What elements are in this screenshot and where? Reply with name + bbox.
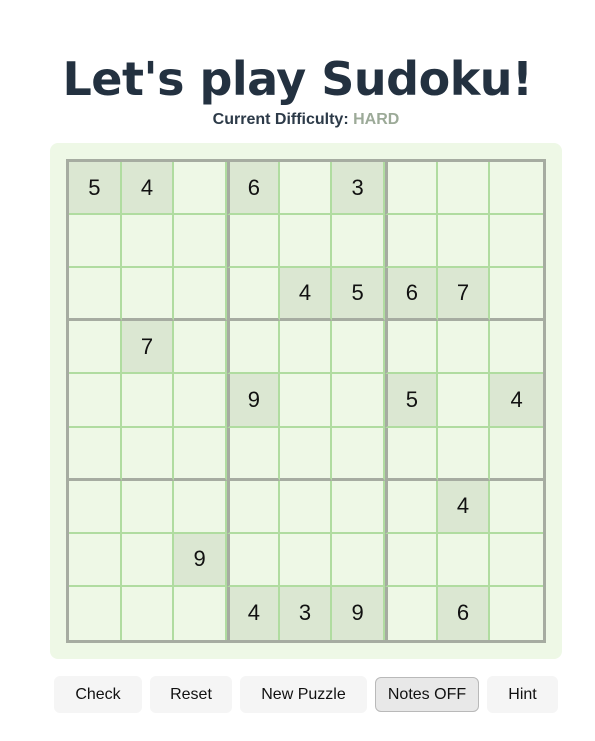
difficulty-label: Current Difficulty: xyxy=(212,111,349,128)
sudoku-cell-r8c6[interactable] xyxy=(332,533,385,587)
sudoku-cell-r8c4[interactable] xyxy=(227,533,280,587)
sudoku-cell-r4c5[interactable] xyxy=(279,321,333,375)
sudoku-cell-r6c6[interactable] xyxy=(332,427,385,481)
sudoku-cell-r9c7[interactable] xyxy=(385,586,438,640)
sudoku-cell-r6c8[interactable] xyxy=(437,427,491,481)
sudoku-cell-r7c6[interactable] xyxy=(332,480,385,534)
sudoku-cell-r7c1[interactable] xyxy=(69,480,122,534)
sudoku-cell-r3c6[interactable]: 5 xyxy=(332,268,385,322)
sudoku-cell-r1c9[interactable] xyxy=(490,162,543,216)
sudoku-cell-r3c5[interactable]: 4 xyxy=(279,268,333,322)
sudoku-cell-r1c2[interactable]: 4 xyxy=(121,162,175,216)
sudoku-cell-r5c6[interactable] xyxy=(332,374,385,428)
sudoku-cell-r4c3[interactable] xyxy=(174,321,227,375)
sudoku-cell-r3c1[interactable] xyxy=(69,268,122,322)
sudoku-cell-r2c6[interactable] xyxy=(332,215,385,269)
sudoku-cell-r9c1[interactable] xyxy=(69,586,122,640)
sudoku-cell-r7c5[interactable] xyxy=(279,480,333,534)
sudoku-cell-r2c5[interactable] xyxy=(279,215,333,269)
sudoku-cell-r3c4[interactable] xyxy=(227,268,280,322)
sudoku-cell-r1c7[interactable] xyxy=(385,162,438,216)
sudoku-cell-r2c3[interactable] xyxy=(174,215,227,269)
sudoku-cell-r7c8[interactable]: 4 xyxy=(437,480,491,534)
sudoku-cell-r6c9[interactable] xyxy=(490,427,543,481)
sudoku-cell-r5c5[interactable] xyxy=(279,374,333,428)
sudoku-cell-r8c7[interactable] xyxy=(385,533,438,587)
sudoku-cell-r2c4[interactable] xyxy=(227,215,280,269)
sudoku-cell-r1c4[interactable]: 6 xyxy=(227,162,280,216)
sudoku-cell-r9c2[interactable] xyxy=(121,586,175,640)
sudoku-cell-r5c9[interactable]: 4 xyxy=(490,374,543,428)
sudoku-cell-r4c9[interactable] xyxy=(490,321,543,375)
sudoku-cell-r1c8[interactable] xyxy=(437,162,491,216)
sudoku-cell-r7c9[interactable] xyxy=(490,480,543,534)
sudoku-cell-r5c4[interactable]: 9 xyxy=(227,374,280,428)
sudoku-cell-r3c8[interactable]: 7 xyxy=(437,268,491,322)
sudoku-cell-r1c3[interactable] xyxy=(174,162,227,216)
sudoku-cell-r1c5[interactable] xyxy=(279,162,333,216)
hint-button[interactable]: Hint xyxy=(487,676,558,713)
difficulty-indicator: Current Difficulty: HARD xyxy=(0,111,595,129)
sudoku-cell-r9c9[interactable] xyxy=(490,586,543,640)
sudoku-cell-r6c1[interactable] xyxy=(69,427,122,481)
sudoku-cell-r4c1[interactable] xyxy=(69,321,122,375)
sudoku-cell-r6c3[interactable] xyxy=(174,427,227,481)
sudoku-cell-r1c6[interactable]: 3 xyxy=(332,162,385,216)
sudoku-cell-r3c2[interactable] xyxy=(121,268,175,322)
new-puzzle-button[interactable]: New Puzzle xyxy=(240,676,367,713)
sudoku-cell-r4c7[interactable] xyxy=(385,321,438,375)
reset-button[interactable]: Reset xyxy=(150,676,232,713)
sudoku-cell-r5c3[interactable] xyxy=(174,374,227,428)
sudoku-cell-r2c7[interactable] xyxy=(385,215,438,269)
sudoku-cell-r6c2[interactable] xyxy=(121,427,175,481)
sudoku-cell-r4c6[interactable] xyxy=(332,321,385,375)
sudoku-cell-r9c4[interactable]: 4 xyxy=(227,586,280,640)
sudoku-cell-r7c3[interactable] xyxy=(174,480,227,534)
sudoku-cell-r2c2[interactable] xyxy=(121,215,175,269)
sudoku-cell-r4c8[interactable] xyxy=(437,321,491,375)
sudoku-cell-r9c6[interactable]: 9 xyxy=(332,586,385,640)
sudoku-cell-r5c1[interactable] xyxy=(69,374,122,428)
notes-toggle-button[interactable]: Notes OFF xyxy=(375,677,479,712)
sudoku-cell-r5c7[interactable]: 5 xyxy=(385,374,438,428)
sudoku-cell-r7c7[interactable] xyxy=(385,480,438,534)
sudoku-cell-r8c2[interactable] xyxy=(121,533,175,587)
sudoku-cell-r8c5[interactable] xyxy=(279,533,333,587)
controls-bar: Check Reset New Puzzle Notes OFF Hint xyxy=(0,676,595,713)
sudoku-cell-r7c4[interactable] xyxy=(227,480,280,534)
sudoku-cell-r9c3[interactable] xyxy=(174,586,227,640)
page-title: Let's play Sudoku! xyxy=(62,51,533,106)
sudoku-cell-r6c5[interactable] xyxy=(279,427,333,481)
sudoku-cell-r6c4[interactable] xyxy=(227,427,280,481)
sudoku-cell-r6c7[interactable] xyxy=(385,427,438,481)
sudoku-cell-r8c9[interactable] xyxy=(490,533,543,587)
sudoku-cell-r8c1[interactable] xyxy=(69,533,122,587)
sudoku-cell-r4c2[interactable]: 7 xyxy=(121,321,175,375)
sudoku-cell-r2c1[interactable] xyxy=(69,215,122,269)
sudoku-cell-r2c9[interactable] xyxy=(490,215,543,269)
sudoku-board: 546345677954494396 xyxy=(66,159,546,643)
check-button[interactable]: Check xyxy=(54,676,142,713)
sudoku-cell-r7c2[interactable] xyxy=(121,480,175,534)
sudoku-cell-r9c8[interactable]: 6 xyxy=(437,586,491,640)
board-container: 546345677954494396 xyxy=(50,143,562,659)
difficulty-value: HARD xyxy=(353,111,400,128)
sudoku-cell-r5c2[interactable] xyxy=(121,374,175,428)
sudoku-cell-r5c8[interactable] xyxy=(437,374,491,428)
sudoku-cell-r1c1[interactable]: 5 xyxy=(69,162,122,216)
sudoku-cell-r3c9[interactable] xyxy=(490,268,543,322)
sudoku-cell-r9c5[interactable]: 3 xyxy=(279,586,333,640)
sudoku-cell-r8c8[interactable] xyxy=(437,533,491,587)
sudoku-cell-r4c4[interactable] xyxy=(227,321,280,375)
sudoku-cell-r3c3[interactable] xyxy=(174,268,227,322)
sudoku-cell-r8c3[interactable]: 9 xyxy=(174,533,227,587)
sudoku-cell-r2c8[interactable] xyxy=(437,215,491,269)
sudoku-cell-r3c7[interactable]: 6 xyxy=(385,268,438,322)
